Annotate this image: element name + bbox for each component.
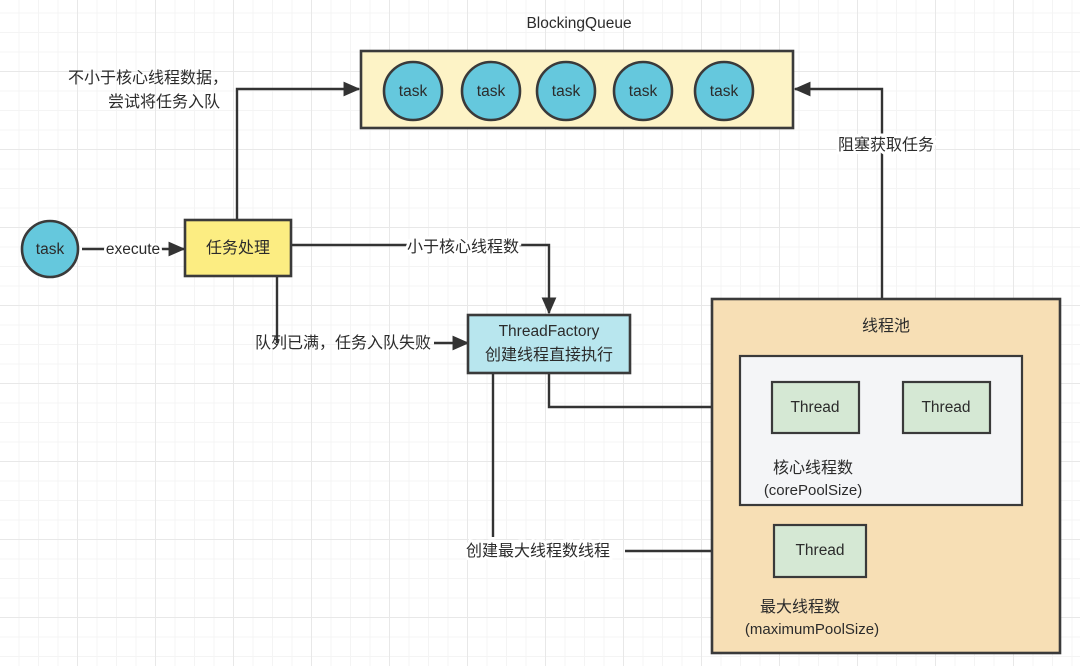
edge-label-enqueue-line1: 不小于核心线程数据，: [68, 69, 228, 87]
queue-task-item: task: [612, 60, 674, 122]
task-label: task: [710, 83, 739, 100]
max-thread-node: Thread: [772, 523, 868, 579]
thread-pool-title: 线程池: [862, 317, 910, 335]
task-label: task: [552, 83, 581, 100]
task-label: task: [629, 83, 658, 100]
thread-pool-flow-diagram: BlockingQueue task task task task task t…: [20, 15, 1062, 655]
task-label: task: [477, 83, 506, 100]
edge-label-queue-full: 队列已满，任务入队失败: [255, 334, 431, 352]
diagram-canvas: BlockingQueue task task task task task t…: [0, 0, 1080, 666]
edge-label-enqueue-line2: 尝试将任务入队: [108, 93, 220, 111]
thread-factory-node: ThreadFactory 创建线程直接执行: [466, 313, 632, 375]
thread-label: Thread: [795, 542, 844, 559]
source-task-node: task: [20, 219, 80, 279]
max-pool-caption-line1: 最大线程数: [760, 598, 840, 616]
thread-factory-line1: ThreadFactory: [499, 323, 600, 340]
core-thread-node: Thread: [770, 380, 861, 435]
process-node-label: 任务处理: [206, 239, 270, 257]
edge-label-execute: execute: [106, 241, 160, 258]
queue-task-item: task: [382, 60, 444, 122]
edge-label-blocking-take: 阻塞获取任务: [838, 136, 934, 154]
queue-task-item: task: [460, 60, 522, 122]
edge-pool-take-from-queue: [793, 81, 884, 299]
edge-process-to-queue: [235, 81, 361, 220]
max-pool-caption-line2: (maximumPoolSize): [745, 621, 879, 638]
queue-task-item: task: [535, 60, 597, 122]
process-node: 任务处理: [183, 218, 293, 278]
edge-label-less-than-core: 小于核心线程数: [407, 238, 519, 256]
thread-label: Thread: [921, 399, 970, 416]
source-task-label: task: [36, 241, 65, 258]
queue-task-item: task: [693, 60, 755, 122]
edge-label-create-max-threads: 创建最大线程数线程: [466, 542, 610, 560]
thread-factory-line2: 创建线程直接执行: [485, 346, 613, 364]
core-thread-node: Thread: [901, 380, 992, 435]
core-pool-caption-line1: 核心线程数: [773, 459, 853, 477]
thread-pool-container: 线程池 Thread Thread 核心线程数 (corePoolSize) T…: [710, 297, 1062, 655]
task-label: task: [399, 83, 428, 100]
thread-label: Thread: [790, 399, 839, 416]
core-pool-caption-line2: (corePoolSize): [764, 482, 862, 499]
queue-title: BlockingQueue: [526, 15, 631, 32]
